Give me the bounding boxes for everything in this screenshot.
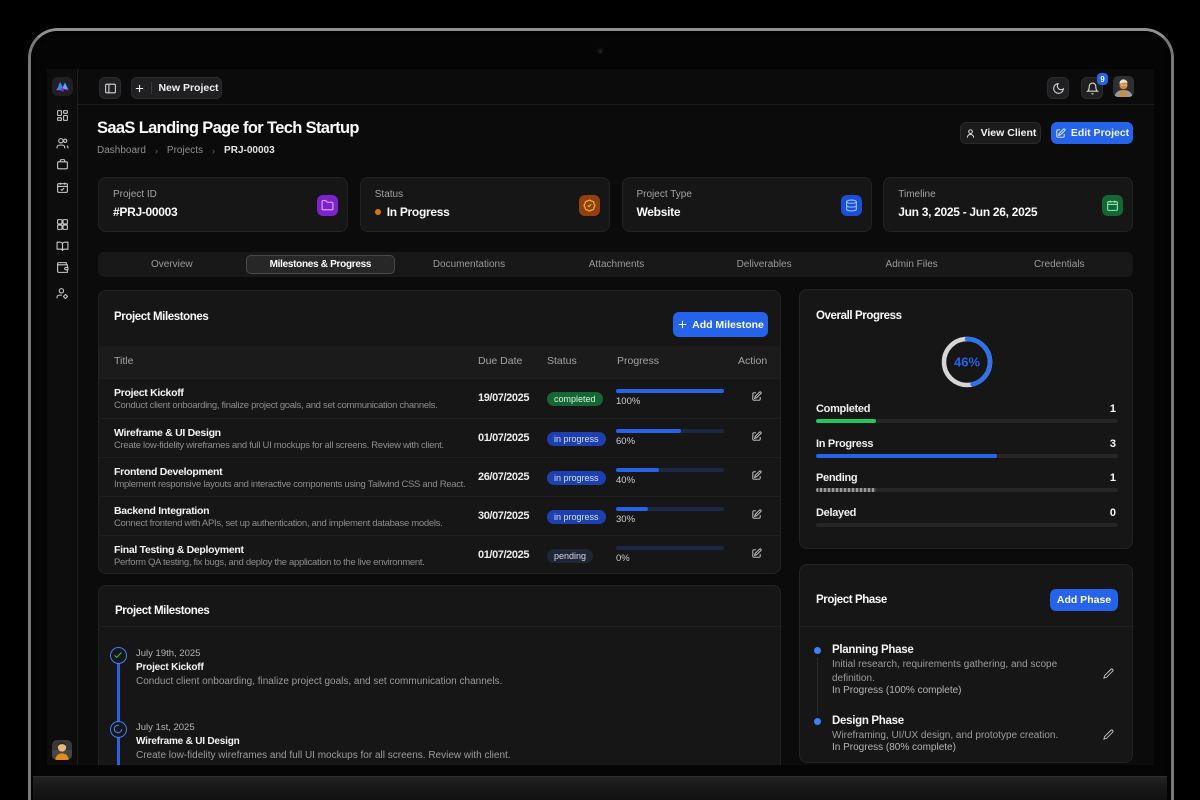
svg-text:46%: 46% bbox=[954, 355, 980, 370]
